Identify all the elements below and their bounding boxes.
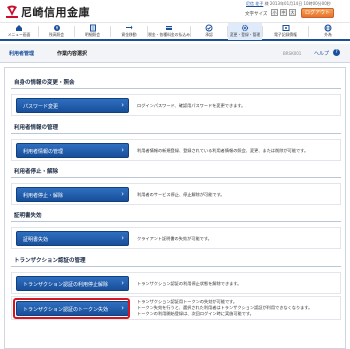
menu-label: 電子記録債権 [274,32,297,37]
button-label: 利用者停止・解除 [23,193,64,199]
transfer-icon [126,25,133,30]
chevron-right-icon: › [121,190,124,198]
menu-label: 外為 [324,32,332,37]
section-divider [11,221,341,222]
balance-icon: ¥ [53,25,60,31]
section-divider [11,177,341,178]
last-login: 2013年01月14日 10時00分00秒 [269,1,331,6]
help-link[interactable]: ヘルプ [314,50,329,57]
user-info: 尼信 花子 様 2013年01月14日 10時00分00秒 [246,1,331,7]
screen-id: BRSK001 [283,51,302,56]
section-divider [11,266,341,267]
menu-label: 資金移動 [121,32,137,37]
list-item: トランザクション認証の利用停止解除 › トランザクション認証の利用停止状態を解除… [11,272,341,294]
row-description: クライアント証明書の失効が可能です。 [137,236,212,241]
row-description: 利用者情報の新規登録、登録されている利用者情報の照会、変更、または削除が可能です… [137,148,309,153]
list-item: 証明書失効 › クライアント証明書の失効が可能です。 [11,227,341,249]
button-label: 利用者情報の管理 [23,149,64,155]
list-item: パスワード変更 › ログインパスワード、確認用パスワードを変更できます。 [11,94,341,116]
menu-label: 税金・各種料金の払込み [148,32,190,37]
bond-icon [282,25,289,31]
list-item: 利用者停止・解除 › 利用者のサービス停止、停止解除が可能です。 [11,183,341,205]
payment-icon [166,26,172,30]
chevron-right-icon: › [121,101,124,109]
section-divider [11,88,341,89]
menu-home[interactable]: メニュー画面 [0,23,38,40]
highlight-frame [13,298,130,319]
chevron-right-icon: › [121,234,124,242]
help-icon[interactable]: ? [333,49,340,56]
menu-foreign-exchange[interactable]: 外為 [309,23,347,40]
breadcrumb-category: 利用者管理 [9,51,35,57]
settings-icon [241,24,249,32]
home-icon [16,25,22,31]
font-size-label: 文字サイズ [245,12,268,17]
transaction-auth-unlock-button[interactable]: トランザクション認証の利用停止解除 › [16,276,129,291]
certificate-revoke-button[interactable]: 証明書失効 › [16,231,129,246]
row-description: 利用者のサービス停止、停止解除が可能です。 [137,192,225,197]
button-label: 証明書失効 [23,237,49,243]
button-label: トランザクション認証の利用停止解除 [23,282,109,288]
approve-icon [205,24,213,32]
menu-balance[interactable]: ¥ 残高照会 [39,23,74,40]
password-change-button[interactable]: パスワード変更 › [16,98,129,113]
row-description: トランザクション認証用トークンの失効が可能です。 トークン失効を行うと、選択され… [137,299,312,317]
menu-statement[interactable]: 明細照会 [75,23,110,40]
font-size-large-button[interactable]: 大 [289,9,296,16]
logout-button[interactable]: ログアウト [301,8,334,18]
foreign-exchange-icon [324,24,332,32]
section-divider [11,133,341,134]
row-description-line: トークンの利用開始登録は、次回ログイン時に実施可能です。 [137,311,254,316]
section-title-user-info: 利用者情報の管理 [14,125,59,131]
global-menu: メニュー画面 ¥ 残高照会 明細照会 資金移動 税金・各種料金の払込み 承認 変… [0,22,350,41]
menu-label: 残高照会 [48,32,65,37]
main-panel: 自身の情報の変更・照会 パスワード変更 › ログインパスワード、確認用パスワード… [4,67,346,349]
menu-transfer[interactable]: 資金移動 [111,23,147,40]
row-description: トランザクション認証の利用停止状態を解除できます。 [137,281,242,286]
menu-approve[interactable]: 承認 [191,23,227,40]
menu-label: 変更・登録・管理 [229,32,261,37]
breadcrumb: 利用者管理 作業内容選択 BRSK001 ヘルプ ? [0,44,350,63]
user-suspend-button[interactable]: 利用者停止・解除 › [16,187,129,202]
section-title-transaction-auth: トランザクション認証の管理 [14,258,86,264]
section-title-user-suspend: 利用者停止・解除 [14,169,59,175]
font-size-medium-button[interactable]: 中 [280,9,287,16]
font-size-small-button[interactable]: 小 [271,9,278,16]
user-name[interactable]: 尼信 花子 [246,1,263,6]
button-label: パスワード変更 [23,104,59,110]
row-description: ログインパスワード、確認用パスワードを変更できます。 [137,103,246,108]
bank-name: 尼崎信用金庫 [21,6,90,19]
section-title-certificate: 証明書失効 [14,213,42,219]
menu-label: 明細照会 [84,32,101,37]
user-info-management-button[interactable]: 利用者情報の管理 › [16,143,129,158]
header: 尼崎信用金庫 尼信 花子 様 2013年01月14日 10時00分00秒 文字サ… [0,0,350,21]
menu-settings[interactable]: 変更・登録・管理 [228,23,262,40]
chevron-right-icon: › [121,146,124,154]
list-item: 利用者情報の管理 › 利用者情報の新規登録、登録されている利用者情報の照会、変更… [11,139,341,161]
menu-payment[interactable]: 税金・各種料金の払込み [148,23,190,40]
menu-label: 承認 [205,32,213,37]
section-title-self-info: 自身の情報の変更・照会 [14,80,75,86]
chevron-right-icon: › [121,279,124,287]
page-title: 作業内容選択 [57,51,88,57]
menu-bond[interactable]: 電子記録債権 [263,23,308,40]
logo-underline [6,16,18,18]
menu-label: メニュー画面 [7,32,31,37]
svg-text:¥: ¥ [55,26,58,31]
user-suffix: 様 [264,1,269,6]
statement-icon [89,24,96,32]
